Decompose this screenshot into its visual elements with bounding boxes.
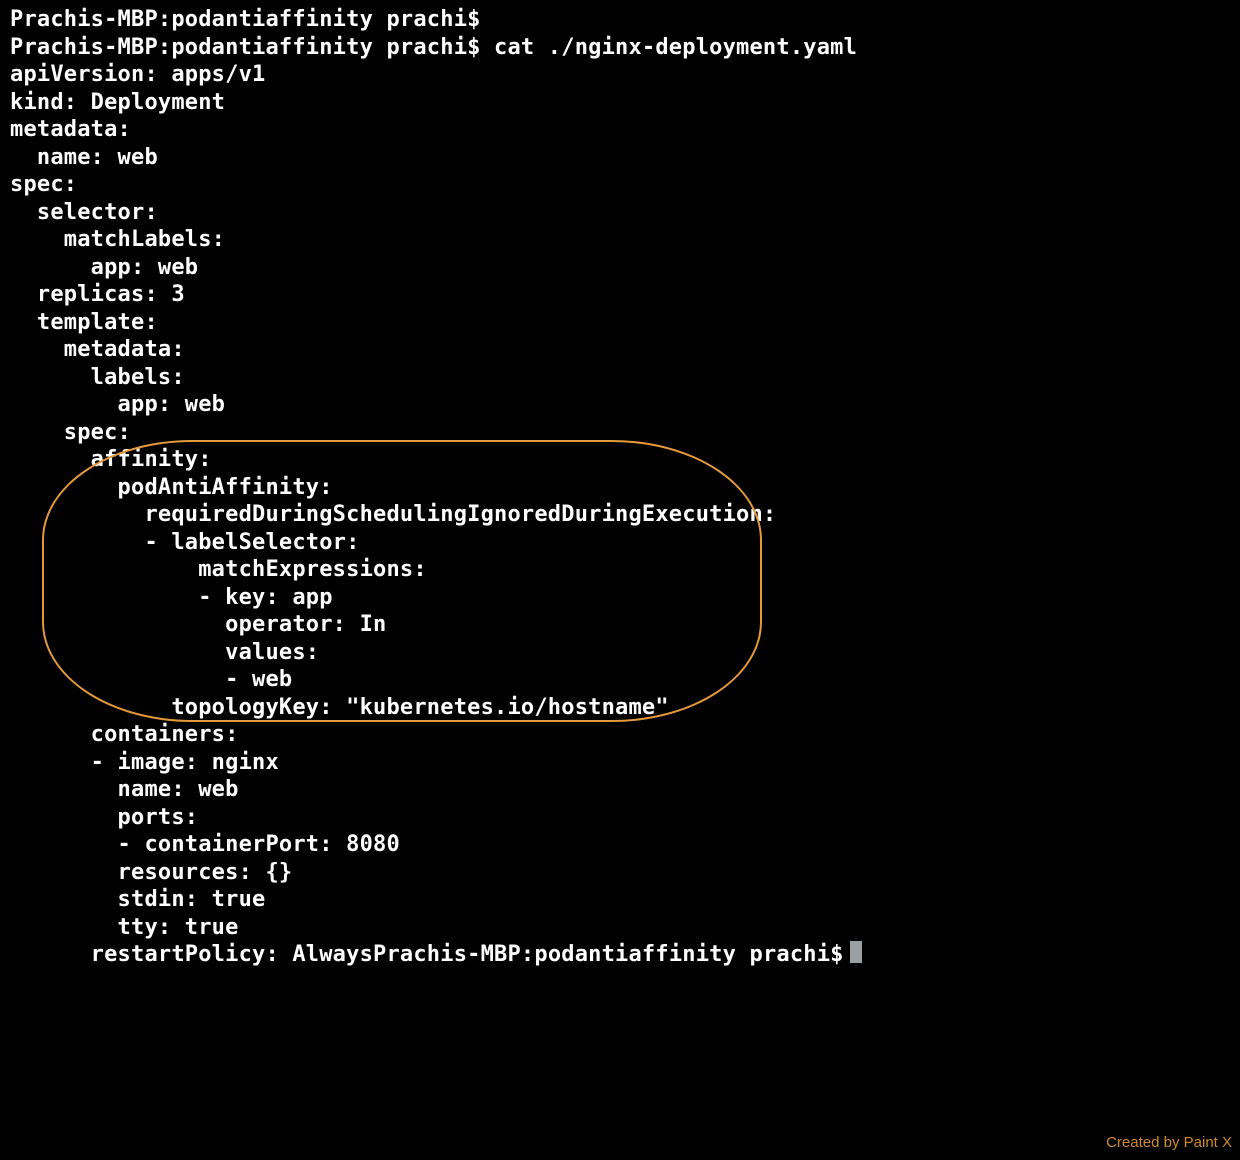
yaml-line: template:	[10, 309, 1230, 337]
yaml-line: matchExpressions:	[10, 556, 1230, 584]
yaml-line: name: web	[10, 144, 1230, 172]
yaml-line: - containerPort: 8080	[10, 831, 1230, 859]
yaml-line: podAntiAffinity:	[10, 474, 1230, 502]
yaml-line: - web	[10, 666, 1230, 694]
yaml-line: spec:	[10, 171, 1230, 199]
yaml-line: requiredDuringSchedulingIgnoredDuringExe…	[10, 501, 1230, 529]
yaml-line: operator: In	[10, 611, 1230, 639]
yaml-line: - key: app	[10, 584, 1230, 612]
yaml-line: resources: {}	[10, 859, 1230, 887]
yaml-line: app: web	[10, 391, 1230, 419]
yaml-line: stdin: true	[10, 886, 1230, 914]
yaml-line: containers:	[10, 721, 1230, 749]
yaml-line: tty: true	[10, 914, 1230, 942]
yaml-line: - labelSelector:	[10, 529, 1230, 557]
yaml-restart-policy: restartPolicy: Always	[10, 942, 373, 967]
yaml-line-with-prompt: restartPolicy: AlwaysPrachis-MBP:podanti…	[10, 941, 1230, 969]
prompt-line-command: Prachis-MBP:podantiaffinity prachi$ cat …	[10, 34, 1230, 62]
yaml-line: kind: Deployment	[10, 89, 1230, 117]
yaml-line: affinity:	[10, 446, 1230, 474]
prompt-inline: Prachis-MBP:podantiaffinity prachi$	[373, 942, 844, 967]
yaml-line: values:	[10, 639, 1230, 667]
yaml-line: metadata:	[10, 116, 1230, 144]
watermark-label: Created by Paint X	[1106, 1129, 1232, 1157]
yaml-line: matchLabels:	[10, 226, 1230, 254]
prompt-line: Prachis-MBP:podantiaffinity prachi$	[10, 6, 1230, 34]
yaml-line: spec:	[10, 419, 1230, 447]
yaml-line: replicas: 3	[10, 281, 1230, 309]
yaml-line: topologyKey: "kubernetes.io/hostname"	[10, 694, 1230, 722]
yaml-line: selector:	[10, 199, 1230, 227]
yaml-line: ports:	[10, 804, 1230, 832]
terminal-window[interactable]: Prachis-MBP:podantiaffinity prachi$ Prac…	[0, 0, 1240, 1160]
yaml-line: metadata:	[10, 336, 1230, 364]
yaml-line: labels:	[10, 364, 1230, 392]
yaml-line: - image: nginx	[10, 749, 1230, 777]
yaml-line: name: web	[10, 776, 1230, 804]
yaml-line: apiVersion: apps/v1	[10, 61, 1230, 89]
terminal-cursor-icon	[850, 941, 862, 963]
yaml-line: app: web	[10, 254, 1230, 282]
